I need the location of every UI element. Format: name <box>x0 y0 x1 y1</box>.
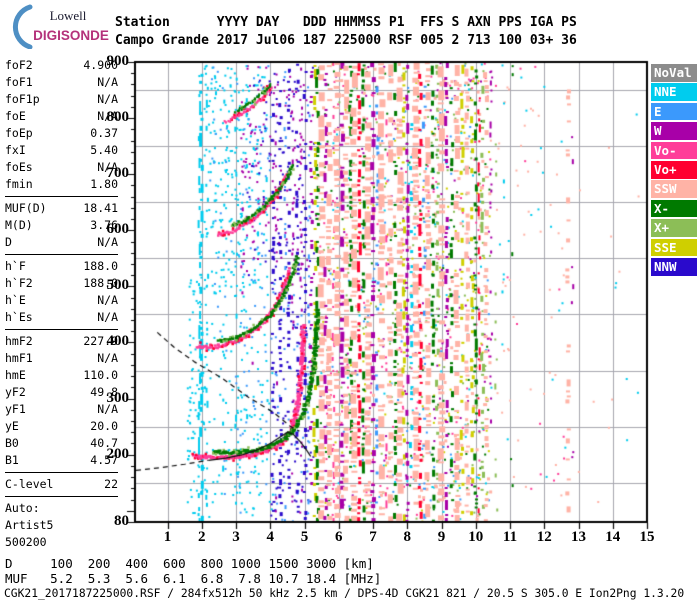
parameter-label: h`E <box>5 293 26 307</box>
legend-item-x: X- <box>651 199 697 218</box>
parameter-label: M(D) <box>5 218 33 232</box>
x-tick-label: 12 <box>536 529 552 545</box>
parameter-row: foF1p N/A <box>5 91 118 108</box>
parameter-value: N/A <box>97 310 118 324</box>
parameter-label: h`Es <box>5 310 33 324</box>
parameter-row: foF1 N/A <box>5 74 118 91</box>
parameter-label: B0 <box>5 436 19 450</box>
parameter-row: fxI 5.40 <box>5 142 118 159</box>
y-tick-label: 500 <box>106 277 130 294</box>
x-tick-label: 6 <box>335 529 343 545</box>
parameter-label: D <box>5 235 12 249</box>
parameter-label: foF2 <box>5 58 33 72</box>
muf-distance-row: D 100 200 400 600 800 1000 1500 3000 [km… <box>5 556 374 571</box>
legend-item-ssw: SSW <box>651 180 697 198</box>
parameter-label: h`F2 <box>5 276 33 290</box>
parameter-row: MUF(D) 18.41 <box>5 200 118 217</box>
y-tick-label: 200 <box>106 445 130 462</box>
parameter-label: hmF2 <box>5 334 33 348</box>
logo-lowell-text: Lowell <box>50 8 87 23</box>
scaled-parameters-panel: foF2 4.900 foF1 N/A foF1p N/A foE N/A foEp 0.37 fx… <box>5 57 118 551</box>
y-tick-label: 400 <box>106 333 130 350</box>
parameter-label: foEs <box>5 160 33 174</box>
y-tick-label: 600 <box>106 221 130 238</box>
x-tick-label: 14 <box>605 529 621 545</box>
x-tick-label: 1 <box>163 529 172 545</box>
legend-item-w: W <box>651 122 697 140</box>
legend-item-nnw: NNW <box>651 257 697 276</box>
parameter-value: N/A <box>97 351 118 365</box>
echo-direction-legend: NoVal NNE E W Vo- Vo+ SSW X- X+ SSE NNW <box>651 64 697 277</box>
parameter-row: h`E N/A <box>5 292 118 309</box>
parameter-label: C-level <box>5 477 54 491</box>
x-tick-label: 13 <box>571 529 586 545</box>
parameter-label: MUF(D) <box>5 201 47 215</box>
y-tick-label: 80 <box>114 513 129 529</box>
parameter-label: fxI <box>5 143 26 157</box>
parameter-row: yE 20.0 <box>5 418 118 435</box>
y-tick-label: 800 <box>106 109 130 126</box>
parameter-label: yF2 <box>5 385 26 399</box>
x-tick-label: 9 <box>437 529 446 545</box>
legend-item-vo: Vo+ <box>651 160 697 179</box>
parameter-value: 20.0 <box>90 419 118 433</box>
digisonde-logo: Lowell DIGISONDE <box>8 3 110 50</box>
parameter-label: hmE <box>5 368 26 382</box>
parameter-label: B1 <box>5 453 19 467</box>
parameter-label: yF1 <box>5 402 26 416</box>
parameter-group: C-level 22 <box>5 472 118 493</box>
x-tick-label: 7 <box>369 529 377 545</box>
lowell-crescent-icon: Lowell DIGISONDE <box>12 4 109 50</box>
parameter-value: 22 <box>104 477 118 491</box>
parameter-value: 5.40 <box>90 143 118 157</box>
autoscaler-line: 500200 <box>5 535 47 549</box>
parameter-label: yE <box>5 419 19 433</box>
parameter-label: fmin <box>5 177 33 191</box>
y-tick-label: 900 <box>106 53 130 69</box>
x-tick-label: 8 <box>403 529 412 545</box>
legend-item-e: E <box>651 102 697 121</box>
parameter-row: hmF1 N/A <box>5 350 118 367</box>
header-column-labels: Station YYYY DAY DDD HHMMSS P1 FFS S AXN… <box>115 15 577 30</box>
muf-values-row: MUF 5.2 5.3 5.6 6.1 6.8 7.8 10.7 18.4 [M… <box>5 571 382 586</box>
x-tick-label: 11 <box>502 529 518 545</box>
legend-item-nne: NNE <box>651 83 697 101</box>
legend-item-noval: NoVal <box>651 64 697 82</box>
parameter-label: h`F <box>5 259 26 273</box>
parameter-label: foF1p <box>5 92 40 106</box>
parameter-label: hmF1 <box>5 351 33 365</box>
x-tick-label: 2 <box>198 529 206 545</box>
parameter-row: h`Es N/A <box>5 309 118 326</box>
parameter-row: C-level 22 <box>5 476 118 493</box>
parameter-value: 18.41 <box>83 201 118 215</box>
parameter-row: h`F 188.0 <box>5 258 118 275</box>
x-tick-label: 15 <box>639 529 655 545</box>
parameter-value: N/A <box>97 92 118 106</box>
parameter-row: hmE 110.0 <box>5 367 118 384</box>
file-info-row: CGK21_2017187225000.RSF / 284fx512h 50 k… <box>4 587 685 600</box>
parameter-label: foE <box>5 109 26 123</box>
legend-item-x: X+ <box>651 219 697 237</box>
logo-digisonde-text: DIGISONDE <box>33 28 109 43</box>
parameter-label: foF1 <box>5 75 33 89</box>
parameter-value: 188.0 <box>83 259 118 273</box>
x-tick-label: 5 <box>300 529 309 545</box>
parameter-label: foEp <box>5 126 33 140</box>
parameter-row: foEp 0.37 <box>5 125 118 142</box>
x-tick-label: 10 <box>468 529 484 545</box>
x-tick-label: 3 <box>232 529 240 545</box>
legend-item-vo: Vo- <box>651 141 697 160</box>
x-tick-label: 4 <box>266 529 275 545</box>
parameter-value: 0.37 <box>90 126 118 140</box>
parameter-value: N/A <box>97 293 118 307</box>
legend-item-sse: SSE <box>651 238 697 257</box>
parameter-value: 110.0 <box>83 368 118 382</box>
parameter-value: N/A <box>97 75 118 89</box>
y-tick-label: 700 <box>106 165 130 182</box>
header-values: Campo Grande 2017 Jul06 187 225000 RSF 0… <box>115 33 577 48</box>
y-tick-label: 300 <box>106 389 130 406</box>
